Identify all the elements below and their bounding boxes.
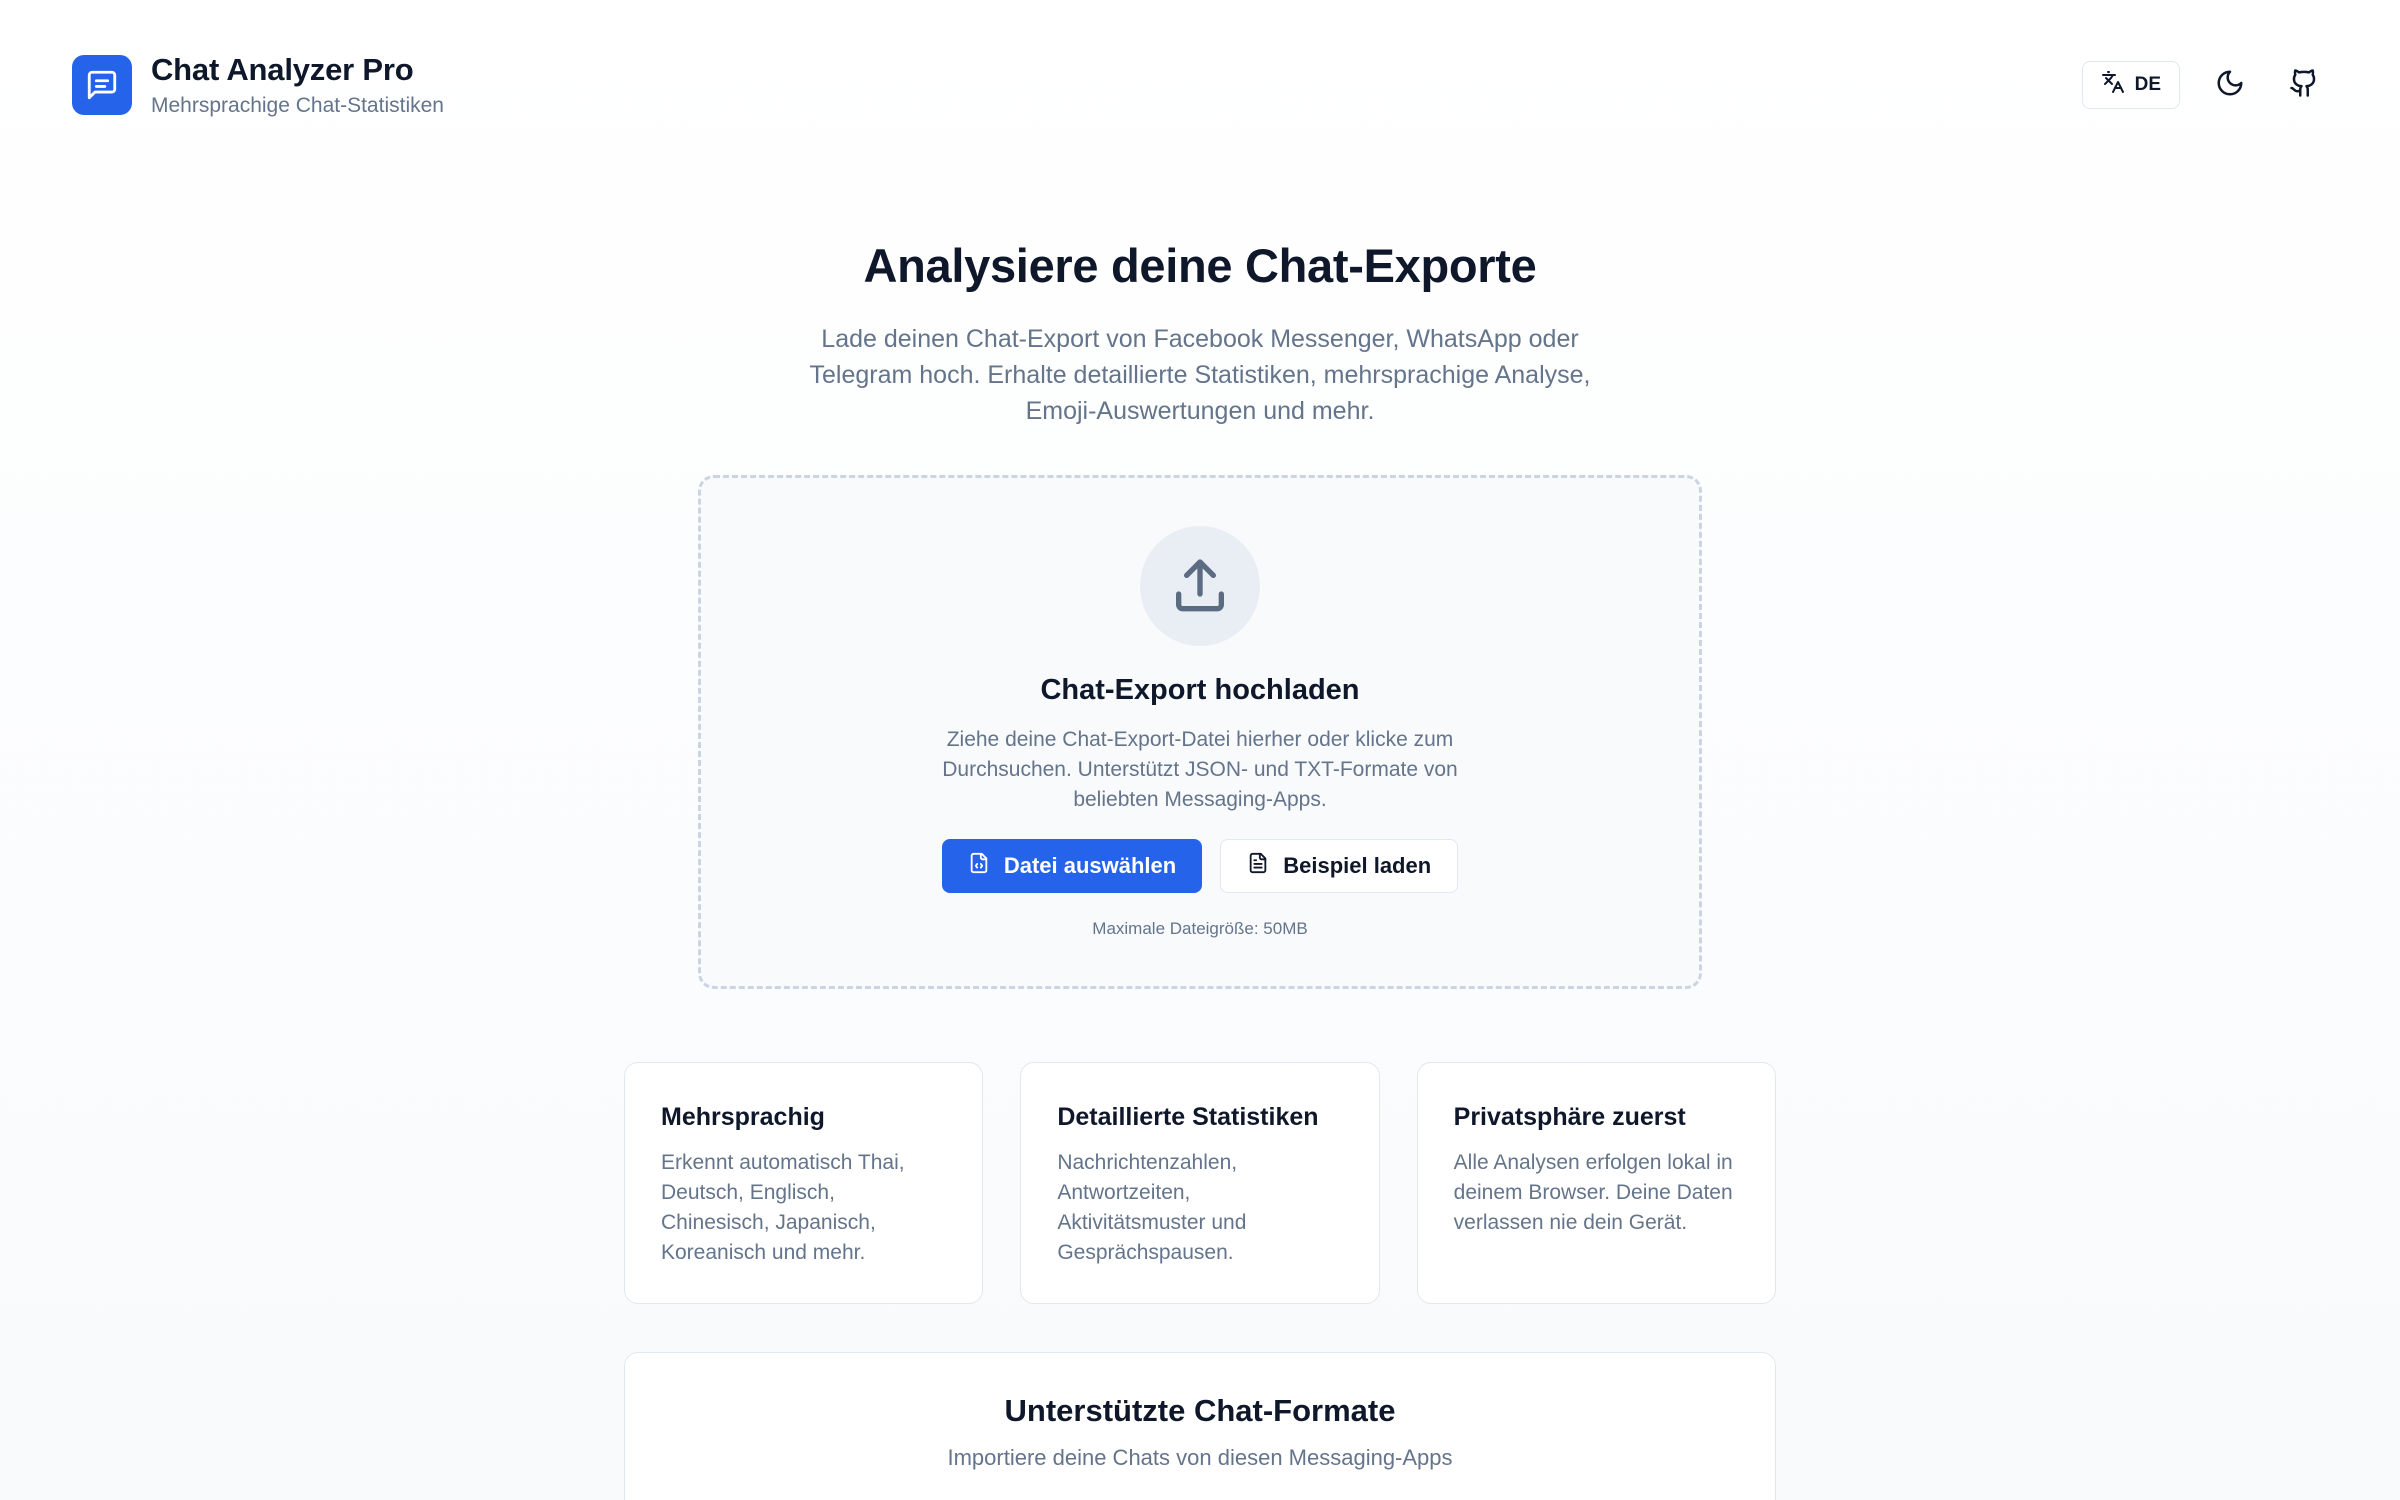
max-size-note: Maximale Dateigröße: 50MB	[1092, 919, 1308, 938]
feature-description: Erkennt automatisch Thai, Deutsch, Engli…	[661, 1151, 905, 1264]
language-button[interactable]: DE	[2081, 61, 2180, 109]
feature-title: Privatsphäre zuerst	[1453, 1103, 1686, 1131]
file-text-icon	[1247, 852, 1269, 880]
load-example-button[interactable]: Beispiel laden	[1220, 839, 1459, 893]
supported-formats-panel: Unterstützte Chat-Formate Importiere dei…	[624, 1352, 1776, 1500]
feature-description: Nachrichtenzahlen, Antwortzeiten, Aktivi…	[1057, 1151, 1247, 1264]
feature-card-statistics: Detaillierte Statistiken Nachrichtenzahl…	[1020, 1062, 1380, 1304]
app-header: Chat Analyzer Pro Mehrsprachige Chat-Sta…	[0, 0, 2400, 170]
app-subtitle: Mehrsprachige Chat-Statistiken	[151, 94, 444, 117]
upload-title: Chat-Export hochladen	[1040, 674, 1360, 706]
header-actions: DE	[2081, 61, 2328, 109]
choose-file-button[interactable]: Datei auswählen	[941, 839, 1203, 893]
hero-title: Analysiere deine Chat-Exporte	[863, 239, 1537, 292]
feature-title: Detaillierte Statistiken	[1057, 1103, 1319, 1131]
hero-description: Lade deinen Chat-Export von Facebook Mes…	[809, 325, 1591, 425]
github-icon	[2289, 68, 2319, 103]
upload-actions: Datei auswählen Beispiel laden	[941, 839, 1459, 893]
app-title: Chat Analyzer Pro	[151, 52, 414, 87]
feature-cards: Mehrsprachig Erkennt automatisch Thai, D…	[624, 1062, 1776, 1304]
moon-icon	[2215, 68, 2245, 103]
brand[interactable]: Chat Analyzer Pro Mehrsprachige Chat-Sta…	[72, 52, 444, 118]
feature-description: Alle Analysen erfolgen lokal in deinem B…	[1453, 1151, 1733, 1234]
hero-section: Analysiere deine Chat-Exporte Lade deine…	[0, 238, 2400, 429]
github-link[interactable]	[2280, 61, 2328, 109]
formats-title: Unterstützte Chat-Formate	[1004, 1393, 1396, 1428]
file-code-icon	[968, 852, 990, 880]
feature-card-privacy: Privatsphäre zuerst Alle Analysen erfolg…	[1416, 1062, 1776, 1304]
theme-toggle-button[interactable]	[2206, 61, 2254, 109]
load-example-label: Beispiel laden	[1283, 853, 1432, 878]
upload-dropzone[interactable]: Chat-Export hochladen Ziehe deine Chat-E…	[698, 475, 1702, 989]
upload-description: Ziehe deine Chat-Export-Datei hierher od…	[942, 728, 1458, 811]
formats-subtitle: Importiere deine Chats von diesen Messag…	[947, 1445, 1453, 1470]
feature-card-multilingual: Mehrsprachig Erkennt automatisch Thai, D…	[624, 1062, 984, 1304]
brand-text: Chat Analyzer Pro Mehrsprachige Chat-Sta…	[151, 52, 444, 118]
language-label: DE	[2134, 74, 2161, 95]
upload-icon	[1140, 526, 1260, 646]
choose-file-label: Datei auswählen	[1003, 853, 1177, 878]
feature-title: Mehrsprachig	[661, 1103, 825, 1131]
translate-icon	[2101, 70, 2125, 100]
message-square-icon	[72, 55, 132, 115]
